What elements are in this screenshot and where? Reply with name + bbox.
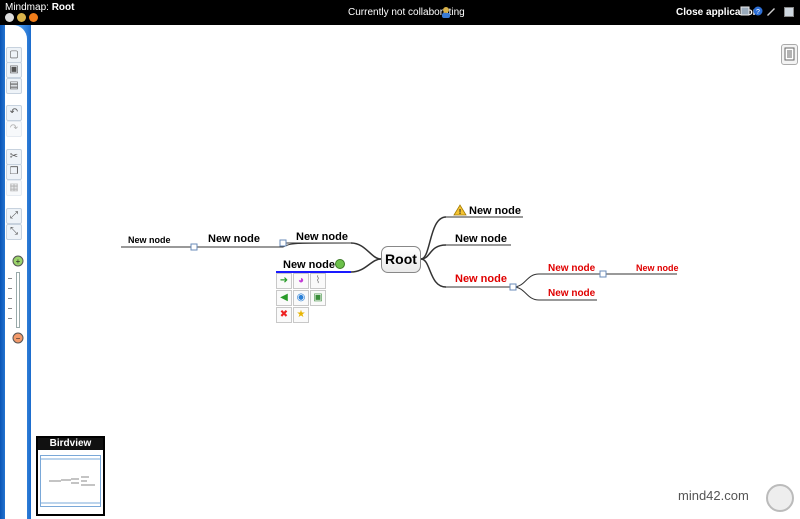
star-icon[interactable]: ★: [293, 307, 309, 323]
top-right-icons: ?: [740, 6, 776, 16]
node-mid-left[interactable]: New node: [208, 233, 260, 245]
branch-connector: [512, 273, 540, 288]
svg-text:+: +: [16, 257, 21, 266]
redo-icon[interactable]: ↷: [6, 121, 22, 137]
save-icon[interactable]: ▣: [6, 62, 22, 78]
node-selected[interactable]: New node: [283, 259, 335, 271]
document-icon: [784, 47, 795, 61]
help-icon[interactable]: [5, 13, 14, 22]
title-icons: [5, 13, 38, 22]
mindmap-title: Mindmap: Root: [5, 2, 74, 13]
warning-icon: !: [453, 204, 467, 216]
birdview-minimap: [41, 458, 100, 504]
document-panel-button[interactable]: [781, 44, 798, 65]
link-icon[interactable]: ◉: [293, 290, 309, 306]
rss-icon[interactable]: [29, 13, 38, 22]
zoom-slider[interactable]: [16, 272, 20, 328]
branch-connector: [350, 258, 382, 273]
zoom-out-icon[interactable]: −: [12, 332, 24, 344]
wrench-icon[interactable]: [766, 6, 776, 16]
branch-connector: [420, 216, 447, 260]
info-icon[interactable]: ?: [753, 6, 763, 16]
zoom-tick: [8, 308, 12, 309]
user-icon[interactable]: [17, 13, 26, 22]
save-as-icon[interactable]: ▤: [6, 78, 22, 94]
color-wheel-icon[interactable]: ◕: [293, 273, 309, 289]
zoom-tick: [8, 318, 12, 319]
node-warning[interactable]: New node: [469, 205, 521, 217]
birdview-panel[interactable]: Birdview: [36, 436, 105, 516]
branch-connector: [350, 242, 382, 260]
collapse-handle[interactable]: [279, 239, 287, 247]
title-prefix: Mindmap:: [5, 2, 49, 13]
open-icon[interactable]: ▢: [6, 47, 22, 63]
collaborate-icon[interactable]: [440, 6, 452, 18]
root-node[interactable]: Root: [381, 246, 421, 273]
arrow-right-icon[interactable]: ➜: [276, 273, 292, 289]
copy-icon[interactable]: ❐: [6, 164, 22, 180]
window-icon[interactable]: [784, 7, 794, 17]
svg-text:!: !: [459, 209, 461, 216]
image-icon[interactable]: ▣: [310, 290, 326, 306]
attachment-icon[interactable]: ⌇: [310, 273, 326, 289]
paste-icon[interactable]: ▦: [6, 180, 22, 196]
mindmap-app: Mindmap: Root Currently not collaboratin…: [0, 0, 800, 519]
branch-connector: [420, 258, 447, 288]
cut-icon[interactable]: ✂: [6, 149, 22, 165]
zoom-tick: [8, 278, 12, 279]
branch-connector: [512, 286, 540, 301]
share-icon[interactable]: ◀: [276, 290, 292, 306]
node-red-child-2[interactable]: New node: [548, 288, 596, 299]
zoom-tick: [8, 288, 12, 289]
mindmap-canvas[interactable]: ! New node New node New node New node Ne…: [31, 25, 800, 519]
birdview-title: Birdview: [38, 438, 103, 450]
collapse-handle[interactable]: [190, 243, 198, 251]
node-upper-left[interactable]: New node: [296, 231, 348, 243]
collapse-icon[interactable]: ⤡: [6, 224, 22, 240]
collapse-handle[interactable]: [509, 283, 517, 291]
expand-icon[interactable]: ⤢: [6, 208, 22, 224]
collapse-handle[interactable]: [599, 270, 607, 278]
logo-icon: [766, 484, 794, 512]
top-bar: Mindmap: Root Currently not collaboratin…: [0, 0, 800, 25]
node-red-grandchild[interactable]: New node: [636, 263, 679, 273]
zoom-tick: [8, 298, 12, 299]
brand-logo: mind42.com: [678, 488, 749, 503]
svg-text:?: ?: [756, 9, 760, 16]
branch-connector: [282, 242, 350, 248]
node-action-palette: ➜ ◕ ⌇ ◀ ◉ ▣ ✖ ★: [276, 273, 326, 323]
node-plain[interactable]: New node: [455, 233, 507, 245]
node-far-left[interactable]: New node: [128, 235, 171, 245]
node-red-child-1[interactable]: New node: [548, 263, 596, 274]
node-red-parent[interactable]: New node: [455, 273, 507, 285]
zoom-in-icon[interactable]: +: [12, 255, 24, 267]
svg-text:−: −: [16, 334, 21, 343]
undo-icon[interactable]: ↶: [6, 105, 22, 121]
birdview-viewport[interactable]: [40, 455, 101, 507]
title-name: Root: [51, 2, 75, 13]
delete-icon[interactable]: ✖: [276, 307, 292, 323]
settings-icon[interactable]: [740, 6, 750, 16]
status-icon: [335, 259, 345, 269]
